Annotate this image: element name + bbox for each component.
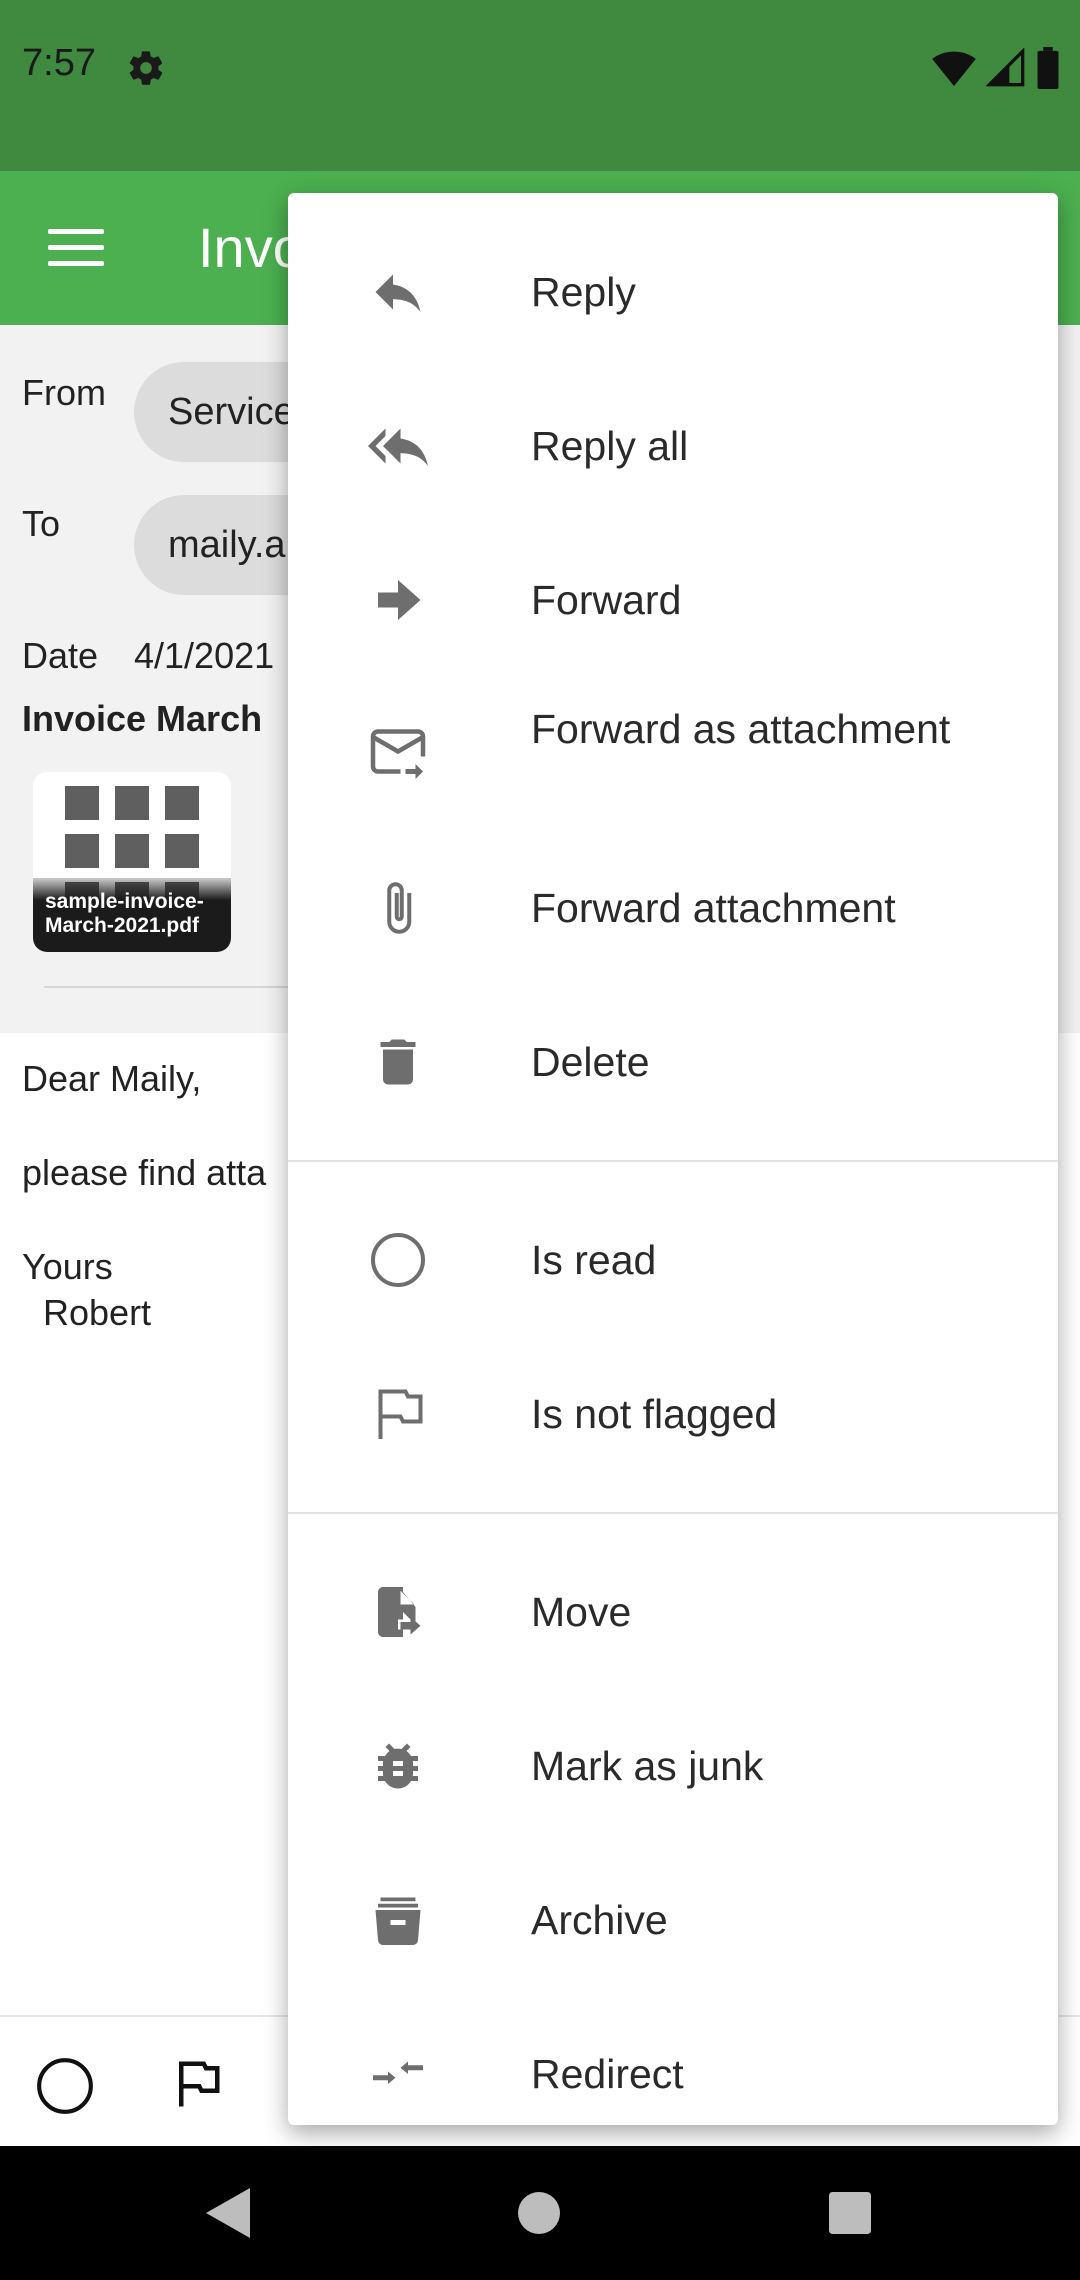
menu-item-archive[interactable]: Archive — [288, 1843, 1058, 1997]
to-label: To — [22, 503, 61, 544]
menu-item-label: Archive — [531, 1897, 668, 1943]
menu-item-move[interactable]: Move — [288, 1535, 1058, 1689]
message-subject: Invoice March — [22, 698, 263, 739]
bug-icon — [378, 1743, 418, 1789]
date-value: 4/1/2021 — [134, 635, 275, 676]
menu-item-label: Delete — [531, 1039, 650, 1085]
menu-item-forward-as-attachment[interactable]: Forward as attachment — [288, 677, 1058, 831]
gear-icon — [129, 51, 163, 85]
from-label: From — [22, 372, 106, 413]
menu-item-mark-as-junk[interactable]: Mark as junk — [288, 1689, 1058, 1843]
mail-forward-icon — [370, 729, 426, 779]
redirect-icon — [373, 2061, 423, 2084]
menu-separator — [288, 1160, 1058, 1162]
menu-icon[interactable] — [48, 229, 104, 269]
navigation-bar — [0, 2146, 1080, 2280]
body-signature: Robert — [43, 1292, 152, 1333]
menu-item-reply[interactable]: Reply — [288, 215, 1058, 369]
menu-item-label: Reply — [531, 269, 636, 315]
menu-item-forward-attachment[interactable]: Forward attachment — [288, 831, 1058, 985]
menu-item-label: Is read — [531, 1237, 657, 1283]
menu-item-redirect[interactable]: Redirect — [288, 1997, 1058, 2125]
trash-icon — [380, 1039, 416, 1085]
menu-item-forward[interactable]: Forward — [288, 523, 1058, 677]
menu-item-label: Redirect — [531, 2051, 684, 2097]
status-bar: 7:57 — [0, 0, 1080, 171]
menu-item-label: Forward attachment — [531, 885, 896, 931]
signal-icon — [986, 48, 1025, 87]
menu-item-delete[interactable]: Delete — [288, 985, 1058, 1139]
file-move-icon — [378, 1587, 421, 1637]
archive-icon — [375, 1897, 421, 1945]
flag-outline-icon — [378, 1389, 423, 1439]
menu-item-label: Reply all — [531, 423, 689, 469]
home-icon[interactable] — [518, 2192, 560, 2234]
body-closing: Yours — [22, 1246, 113, 1287]
attachment-thumbnail[interactable]: sample-invoice-March-2021.pdf — [33, 772, 231, 952]
attachment-filename: sample-invoice-March-2021.pdf — [33, 878, 231, 952]
menu-item-label: Move — [531, 1589, 632, 1635]
status-icons — [932, 46, 1060, 90]
back-icon[interactable] — [206, 2188, 250, 2238]
menu-item-label: Mark as junk — [531, 1743, 764, 1789]
forward-icon — [378, 580, 421, 620]
menu-item-is-not-flagged[interactable]: Is not flagged — [288, 1337, 1058, 1491]
menu-separator — [288, 1512, 1058, 1514]
reply-icon — [375, 274, 421, 312]
menu-item-is-read[interactable]: Is read — [288, 1183, 1058, 1337]
menu-item-label: Is not flagged — [531, 1391, 778, 1437]
body-greeting: Dear Maily, — [22, 1058, 202, 1099]
body-line: please find atta — [22, 1152, 267, 1193]
circle-icon — [371, 1233, 425, 1287]
message-actions-menu: Reply Reply all Forward Forward as attac… — [288, 193, 1058, 2125]
recents-icon[interactable] — [829, 2192, 871, 2234]
date-label: Date — [22, 635, 99, 676]
battery-icon — [1037, 47, 1059, 89]
flag-outline-icon[interactable] — [170, 2057, 224, 2111]
divider — [44, 986, 304, 988]
paperclip-icon — [387, 882, 412, 934]
status-time: 7:57 — [22, 42, 96, 84]
menu-item-reply-all[interactable]: Reply all — [288, 369, 1058, 523]
menu-item-label: Forward — [531, 577, 682, 623]
circle-icon[interactable] — [34, 2055, 96, 2117]
reply-all-icon — [368, 428, 428, 466]
menu-item-label: Forward as attachment — [531, 706, 951, 752]
wifi-icon — [932, 51, 976, 87]
